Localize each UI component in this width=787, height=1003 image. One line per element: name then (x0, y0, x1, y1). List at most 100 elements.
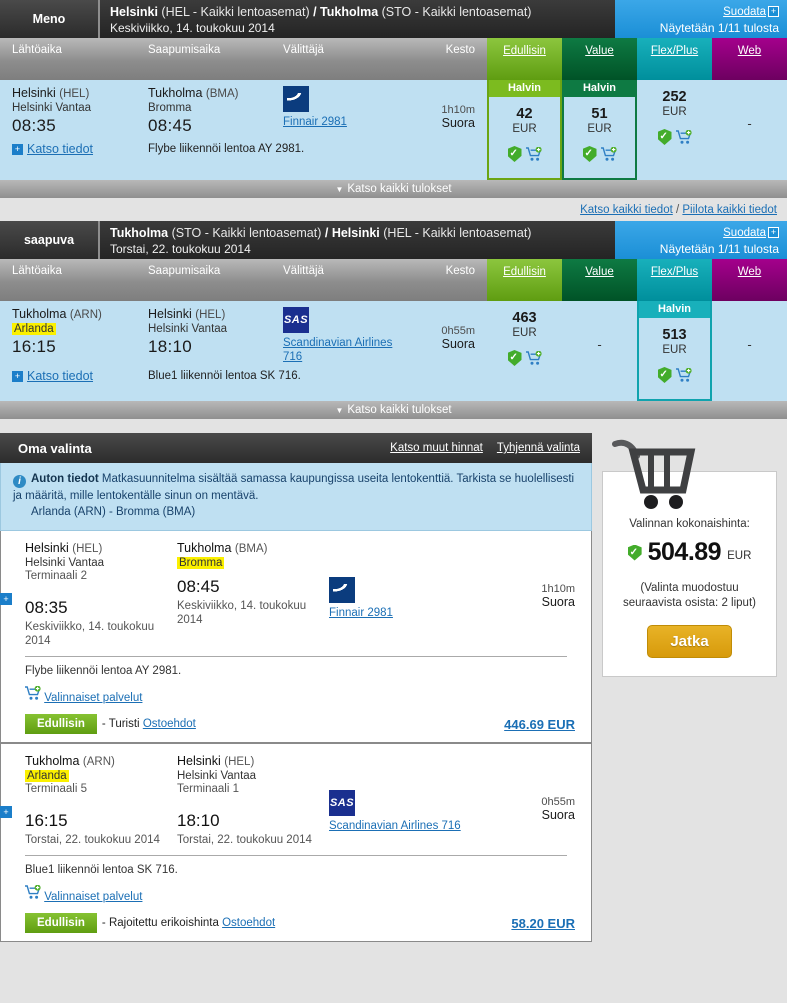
expand-icon[interactable]: + (0, 806, 12, 818)
leg-arrival-airport: Bromma (177, 557, 225, 569)
col-arrival: Saapumisaika (148, 44, 221, 56)
terms-link[interactable]: Ostoehdot (222, 917, 275, 929)
filter-link[interactable]: Suodata (723, 6, 766, 18)
fare-header-edullisin[interactable]: Edullisin (503, 45, 546, 57)
fare-cell[interactable]: - (712, 80, 787, 180)
terms-link[interactable]: Ostoehdot (143, 718, 196, 730)
fare-header-web[interactable]: Web (738, 266, 761, 278)
expand-icon[interactable]: + (0, 593, 12, 605)
optional-services-link[interactable]: Valinnaiset palvelut (44, 692, 142, 704)
fare-cell[interactable]: Halvin 42 EUR (487, 80, 562, 180)
cheapest-badge: Halvin (639, 301, 710, 318)
fare-header-flexplus[interactable]: Flex/Plus (651, 45, 698, 57)
detail-links-row: Katso kaikki tiedot / Piilota kaikki tie… (0, 198, 787, 221)
fare-header-edullisin[interactable]: Edullisin (503, 266, 546, 278)
plus-icon[interactable]: + (768, 5, 779, 17)
add-to-cart-icon[interactable] (675, 129, 692, 145)
fare-cell[interactable]: - (712, 301, 787, 401)
cart-total-row: 504.89 EUR (613, 538, 766, 567)
add-to-cart-icon[interactable] (525, 146, 542, 162)
clear-selection-link[interactable]: Tyhjennä valinta (497, 442, 580, 454)
leg-departure-airport: Arlanda (25, 770, 69, 782)
fare-header-flexplus[interactable]: Flex/Plus (651, 266, 698, 278)
fare-header-value[interactable]: Value (585, 266, 614, 278)
fare-class-text: - Rajoitettu erikoishinta Ostoehdot (101, 917, 276, 929)
hide-all-details-link[interactable]: Piilota kaikki tiedot (682, 204, 777, 216)
selection-leg-card: + Tukholma (ARN) Arlanda Terminaali 5 16:15 T… (0, 743, 592, 942)
shield-check-icon (657, 367, 672, 383)
spacer (0, 419, 787, 433)
alert-title: Auton tiedot (31, 473, 102, 485)
carrier-link[interactable]: Scandinavian Airlines 716 (283, 337, 392, 363)
result-panel: Meno Helsinki (HEL - Kaikki lentoasemat)… (0, 0, 787, 198)
expand-icon[interactable]: + (12, 371, 23, 382)
leg-arrival: Helsinki (HEL) Helsinki Vantaa Terminaali … (177, 754, 329, 847)
arrival-code: (HEL) (195, 309, 226, 321)
add-to-cart-icon[interactable] (525, 350, 542, 366)
optional-services-link[interactable]: Valinnaiset palvelut (44, 891, 142, 903)
fare-cell[interactable]: 252 EUR (637, 80, 712, 180)
add-to-cart-icon[interactable] (25, 885, 41, 900)
leg-duration: 1h10m (541, 583, 575, 595)
carrier-link[interactable]: Finnair 2981 (283, 116, 347, 128)
selection-panel: Oma valinta Katso muut hinnat Tyhjennä val… (0, 433, 592, 942)
leg-carrier-link[interactable]: Scandinavian Airlines 716 (329, 820, 461, 832)
leg-departure-city: Tukholma (ARN) (25, 754, 115, 768)
fare-currency: EUR (512, 327, 537, 339)
selection-title: Oma valinta (18, 440, 92, 456)
arrival-city: Tukholma (BMA) (148, 86, 239, 100)
fare-header-web[interactable]: Web (738, 45, 761, 57)
fare-cell[interactable]: Halvin 51 EUR (562, 80, 637, 180)
selection-header: Oma valinta Katso muut hinnat Tyhjennä val… (0, 433, 592, 463)
view-all-results[interactable]: ▼ Katso kaikki tulokset (0, 180, 787, 198)
leg-arrival-date: Keskiviikko, 14. toukokuu 2014 (177, 600, 307, 626)
leg-departure-code: (HEL) (72, 543, 103, 555)
leg-carrier: SAS Scandinavian Airlines 716 (329, 754, 479, 847)
fare-header-value[interactable]: Value (585, 45, 614, 57)
fare-cell[interactable]: - (562, 301, 637, 401)
other-prices-link[interactable]: Katso muut hinnat (390, 442, 483, 454)
plus-icon[interactable]: + (768, 226, 779, 238)
leg-duration-col: 1h10m Suora (479, 541, 591, 648)
optional-services-row: Valinnaiset palvelut (1, 677, 591, 704)
add-to-cart-icon[interactable] (675, 367, 692, 383)
arrival-code: (BMA) (205, 88, 239, 100)
route-destination-sub: (HEL - Kaikki lentoasemat) (379, 226, 532, 240)
results-count: Näytetään 1/11 tulosta (659, 20, 779, 35)
col-carrier: Välittäjä (283, 44, 324, 56)
add-to-cart-icon[interactable] (600, 146, 617, 162)
fare-icons (507, 146, 542, 162)
filter-link[interactable]: Suodata (723, 227, 766, 239)
cart-total-label: Valinnan kokonaishinta: (629, 518, 750, 530)
leg-arrival-code: (HEL) (224, 756, 255, 768)
fare-badge: Edullisin (25, 714, 97, 734)
shield-check-icon (507, 146, 522, 162)
continue-button[interactable]: Jatka (647, 625, 732, 658)
show-all-details-link[interactable]: Katso kaikki tiedot (580, 204, 673, 216)
fare-cell[interactable]: 463 EUR (487, 301, 562, 401)
add-to-cart-icon[interactable] (25, 686, 41, 701)
leg-price[interactable]: 446.69 EUR (504, 717, 575, 732)
arrival-time: 18:10 (148, 337, 193, 356)
leg-price[interactable]: 58.20 EUR (511, 916, 575, 931)
fare-column-0: 463 EUR (487, 301, 562, 401)
link-separator: / (672, 204, 683, 216)
leg-departure-time: 16:15 (25, 811, 68, 830)
leg-arrival: Tukholma (BMA) Bromma 08:45 Keskiviikko, 14… (177, 541, 329, 648)
cart-currency: EUR (727, 550, 752, 562)
fare-cell[interactable]: Halvin 513 EUR (637, 301, 712, 401)
leg-duration: 0h55m (541, 796, 575, 808)
route-origin: Helsinki (110, 5, 158, 19)
details-link[interactable]: Katso tiedot (27, 369, 93, 383)
results-count: Näytetään 1/11 tulosta (659, 241, 779, 256)
fare-price: 42 (516, 106, 533, 122)
route-origin-sub: (HEL - Kaikki lentoasemat) (157, 5, 314, 19)
fare-column-2: 252 EUR (637, 80, 712, 180)
result-panel: saapuva Tukholma (STO - Kaikki lentoasem… (0, 221, 787, 419)
leg-carrier-link[interactable]: Finnair 2981 (329, 607, 393, 619)
column-header-row: Lähtöaika Saapumisaika Välittäjä Kesto E… (0, 259, 787, 301)
details-link[interactable]: Katso tiedot (27, 142, 93, 156)
fare-currency: EUR (587, 123, 612, 135)
view-all-results[interactable]: ▼ Katso kaikki tulokset (0, 401, 787, 419)
expand-icon[interactable]: + (12, 144, 23, 155)
